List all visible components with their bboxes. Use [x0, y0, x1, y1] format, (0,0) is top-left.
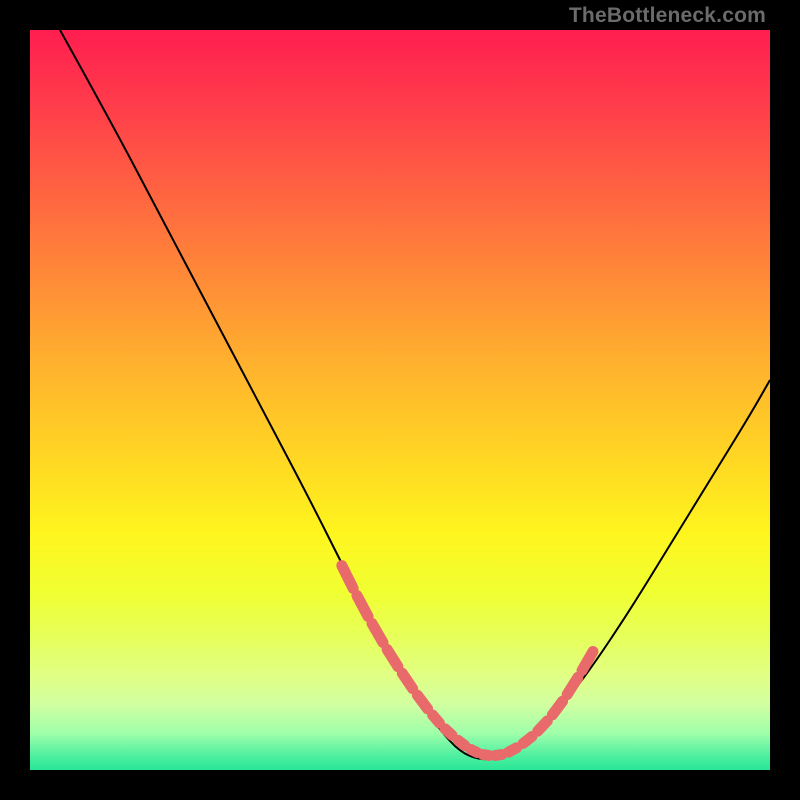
highlight-marker-segment: [342, 566, 353, 589]
plot-area: [30, 30, 770, 770]
watermark-text: TheBottleneck.com: [569, 4, 766, 28]
highlight-marker-segment: [445, 729, 452, 736]
highlight-marker-segment: [387, 649, 398, 666]
highlight-marker-segment: [417, 695, 427, 709]
highlight-marker-segment: [567, 677, 578, 694]
highlight-marker-segment: [495, 755, 502, 756]
highlight-marker-segment: [433, 715, 440, 723]
highlight-marker-segment: [483, 755, 489, 756]
highlight-marker-segment: [458, 740, 465, 745]
curve-layer: [30, 30, 770, 770]
highlight-marker-segment: [357, 596, 368, 617]
chart-frame: TheBottleneck.com: [0, 0, 800, 800]
highlight-marker-segment: [523, 737, 532, 744]
highlight-marker-segment: [538, 721, 548, 731]
bottleneck-curve: [60, 30, 770, 759]
highlight-marker-band: [342, 566, 593, 756]
highlight-marker-segment: [471, 750, 477, 753]
highlight-marker-segment: [372, 624, 383, 643]
highlight-marker-segment: [402, 673, 412, 688]
highlight-marker-segment: [552, 701, 562, 715]
highlight-marker-segment: [509, 748, 517, 752]
